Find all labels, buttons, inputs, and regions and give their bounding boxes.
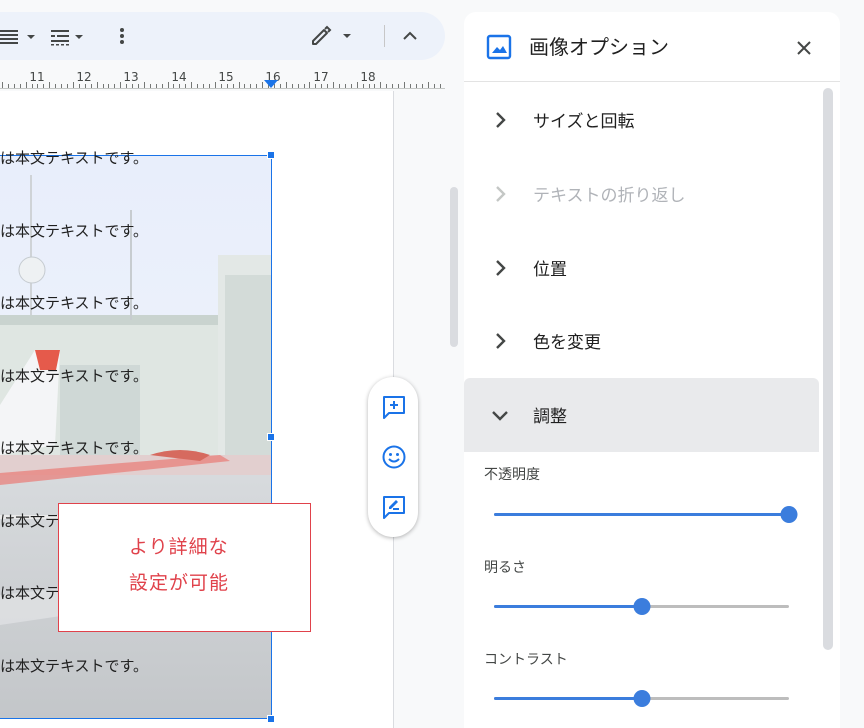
suggest-edit-icon xyxy=(383,496,405,519)
right-indent-marker[interactable] xyxy=(264,80,278,88)
slider-fill xyxy=(494,605,642,608)
body-text: は本文テキストです。 xyxy=(0,439,149,457)
toolbar-divider xyxy=(384,25,385,47)
slider-fill xyxy=(494,513,789,516)
panel-scrollbar[interactable] xyxy=(823,88,833,650)
ruler-number: 17 xyxy=(313,70,329,84)
more-vert-icon xyxy=(120,28,124,44)
chevron-down-icon xyxy=(492,411,508,421)
chevron-up-icon xyxy=(403,31,417,40)
chevron-right-icon xyxy=(496,112,506,128)
body-text-line: は本文テキストです。 xyxy=(0,437,200,461)
close-icon xyxy=(797,41,811,55)
line-spacing-button[interactable] xyxy=(0,24,40,48)
section-label: 色を変更 xyxy=(533,333,601,353)
opacity-slider[interactable] xyxy=(494,505,798,523)
ruler-number: 11 xyxy=(29,70,45,84)
slider-knob[interactable] xyxy=(633,690,650,707)
document-scrollbar[interactable] xyxy=(450,187,458,347)
section-label: サイズと回転 xyxy=(533,112,635,132)
resize-handle-top-right[interactable] xyxy=(267,151,275,159)
contrast-slider[interactable] xyxy=(494,689,789,707)
resize-handle-bottom-right[interactable] xyxy=(267,715,275,723)
add-comment-button[interactable] xyxy=(381,394,407,420)
add-emoji-reaction-button[interactable] xyxy=(381,444,407,470)
section-label: テキストの折り返し xyxy=(533,186,686,206)
pencil-icon xyxy=(312,25,351,45)
slider-fill xyxy=(494,697,642,700)
body-text-line: は本文テキストです。 xyxy=(0,655,200,679)
close-panel-button[interactable] xyxy=(792,36,816,60)
contrast-label: コントラスト xyxy=(484,652,568,668)
ruler-number: 12 xyxy=(76,70,92,84)
body-text: は本文テキストです。 xyxy=(0,222,149,240)
panel-title: 画像オプション xyxy=(529,35,669,59)
ruler-number: 15 xyxy=(218,70,234,84)
list-format-icon xyxy=(51,30,83,46)
ruler-number: 18 xyxy=(360,70,376,84)
body-text: は本文テキストです。 xyxy=(0,657,149,675)
brightness-slider[interactable] xyxy=(494,597,789,615)
numbered-list-button[interactable] xyxy=(51,24,91,48)
body-text: は本文テキストです。 xyxy=(0,512,60,530)
collapse-menus-button[interactable] xyxy=(398,24,422,48)
slider-knob[interactable] xyxy=(633,598,650,615)
body-text-line: は本文テキストです。 xyxy=(0,510,60,534)
editing-mode-button[interactable] xyxy=(310,24,358,48)
ruler-baseline xyxy=(0,88,445,89)
chevron-right-icon xyxy=(496,186,506,202)
section-position[interactable]: 位置 xyxy=(464,231,819,305)
section-size-rotation[interactable]: サイズと回転 xyxy=(464,83,819,157)
body-text: は本文テキストです。 xyxy=(0,294,149,312)
section-text-wrapping: テキストの折り返し xyxy=(464,157,819,231)
section-label: 調整 xyxy=(533,407,567,427)
toolbar xyxy=(0,12,445,60)
body-text: は本文テキストです。 xyxy=(0,584,60,602)
opacity-label: 不透明度 xyxy=(484,467,540,483)
more-options-button[interactable] xyxy=(118,24,126,48)
ruler-number: 14 xyxy=(171,70,187,84)
line-spacing-icon xyxy=(0,30,35,44)
panel-header: 画像オプション xyxy=(464,12,840,82)
body-text: は本文テキストです。 xyxy=(0,367,149,385)
ruler-number: 13 xyxy=(123,70,139,84)
callout-line-1: より詳細な xyxy=(129,536,229,558)
body-text-line: は本文テキストです。 xyxy=(0,365,200,389)
add-comment-icon xyxy=(383,396,405,419)
section-label: 位置 xyxy=(533,260,567,280)
section-adjustments[interactable]: 調整 xyxy=(464,378,819,452)
image-options-panel: 画像オプション サイズと回転 テキストの折り返し 位置 色を変更 調整 不透明度… xyxy=(464,12,840,728)
body-text-line: は本文テキストです。 xyxy=(0,582,60,606)
callout-line-2: 設定が可能 xyxy=(129,572,230,594)
chevron-right-icon xyxy=(496,333,506,349)
horizontal-ruler[interactable]: 11 12 13 14 15 16 17 18 xyxy=(0,68,445,90)
emoji-icon xyxy=(382,445,406,469)
section-recolor[interactable]: 色を変更 xyxy=(464,304,819,378)
floating-action-bar xyxy=(368,377,418,537)
annotation-callout: より詳細な 設定が可能 xyxy=(58,503,311,632)
chevron-right-icon xyxy=(496,260,506,276)
suggest-edits-button[interactable] xyxy=(381,494,407,520)
body-text-line: は本文テキストです。 xyxy=(0,292,200,316)
body-text-line: は本文テキストです。 xyxy=(0,147,200,171)
resize-handle-right[interactable] xyxy=(267,433,275,441)
slider-knob[interactable] xyxy=(780,506,798,523)
brightness-label: 明るさ xyxy=(484,560,526,576)
body-text: は本文テキストです。 xyxy=(0,149,149,167)
image-icon xyxy=(486,34,512,60)
body-text-line: は本文テキストです。 xyxy=(0,220,200,244)
